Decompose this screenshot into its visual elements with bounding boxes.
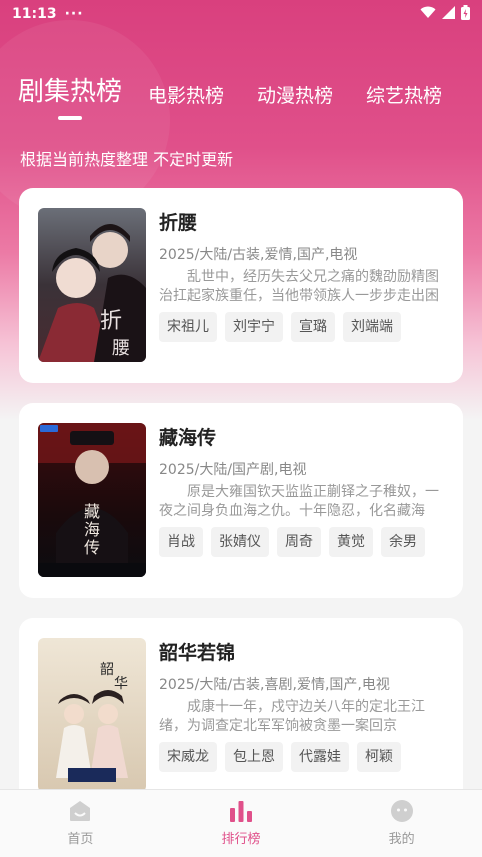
actor-list: 宋祖儿 刘宇宁 宣璐 刘端端 xyxy=(159,312,449,342)
actor-tag[interactable]: 周奇 xyxy=(277,527,321,557)
show-description: 乱世中，经历失去父兄之痛的魏劭励精图治扛起家族重任，当他带领族人一步步走出困境 xyxy=(159,269,439,304)
show-poster[interactable]: 韶 华 xyxy=(38,638,146,792)
nav-ranking[interactable]: 排行榜 xyxy=(161,790,322,857)
actor-tag[interactable]: 刘端端 xyxy=(343,312,401,342)
show-card[interactable]: 韶 华 韶华若锦 2025/大陆/古装,喜剧,爱情,国产,电视 成康十一年，戍守… xyxy=(19,618,463,813)
actor-tag[interactable]: 张婧仪 xyxy=(211,527,269,557)
page-subtitle: 根据当前热度整理 不定时更新 xyxy=(20,150,234,169)
show-title: 韶华若锦 xyxy=(159,642,236,664)
status-bar: 11:13 ··· xyxy=(0,0,482,28)
status-time: 11:13 xyxy=(12,6,57,22)
signal-icon xyxy=(442,5,455,23)
actor-tag[interactable]: 刘宇宁 xyxy=(225,312,283,342)
show-description: 原是大雍国钦天监监正蒯铎之子稚奴，一夜之间身负血海之仇。十年隐忍，化名藏海 xyxy=(159,484,439,519)
nav-label: 排行榜 xyxy=(221,832,261,847)
tab-label: 综艺热榜 xyxy=(366,85,443,107)
show-poster[interactable]: 藏 海 传 xyxy=(38,423,146,577)
tab-variety[interactable]: 综艺热榜 xyxy=(366,81,442,122)
svg-text:腰: 腰 xyxy=(112,338,130,359)
nav-profile[interactable]: 我的 xyxy=(321,790,482,857)
show-title: 藏海传 xyxy=(159,427,217,449)
home-icon xyxy=(70,801,91,821)
category-tabs: 剧集热榜 电影热榜 动漫热榜 综艺热榜 xyxy=(0,62,482,122)
show-title: 折腰 xyxy=(159,212,198,234)
tab-label: 电影热榜 xyxy=(148,85,225,107)
nav-label: 首页 xyxy=(67,832,94,847)
svg-text:韶: 韶 xyxy=(100,662,114,678)
actor-tag[interactable]: 余男 xyxy=(381,527,425,557)
actor-tag[interactable]: 代露娃 xyxy=(291,742,349,772)
svg-text:海: 海 xyxy=(84,520,100,539)
actor-list: 肖战 张婧仪 周奇 黄觉 余男 xyxy=(159,527,449,557)
show-description: 成康十一年，戍守边关八年的定北王江绪，为调查定北军军饷被贪墨一案回京 xyxy=(159,699,425,734)
svg-text:传: 传 xyxy=(84,538,100,557)
actor-list: 宋威龙 包上恩 代露娃 柯颖 xyxy=(159,742,449,772)
actor-tag[interactable]: 宋威龙 xyxy=(159,742,217,772)
actor-tag[interactable]: 黄觉 xyxy=(329,527,373,557)
profile-icon xyxy=(390,800,413,822)
tab-tv-series[interactable]: 剧集热榜 xyxy=(18,71,122,122)
tab-movies[interactable]: 电影热榜 xyxy=(148,81,224,122)
bottom-navigation: 首页 排行榜 我的 xyxy=(0,789,482,857)
nav-home[interactable]: 首页 xyxy=(0,790,161,857)
show-poster[interactable]: 折 腰 xyxy=(38,208,146,362)
show-card[interactable]: 藏 海 传 藏海传 2025/大陆/国产剧,电视 原是大雍国钦天监监正蒯铎之子稚… xyxy=(19,403,463,598)
battery-icon xyxy=(461,4,470,24)
svg-text:藏: 藏 xyxy=(84,502,100,521)
show-meta: 2025/大陆/古装,爱情,国产,电视 xyxy=(159,247,358,263)
active-tab-indicator xyxy=(58,116,82,120)
actor-tag[interactable]: 宋祖儿 xyxy=(159,312,217,342)
actor-tag[interactable]: 包上恩 xyxy=(225,742,283,772)
actor-tag[interactable]: 宣璐 xyxy=(291,312,335,342)
show-meta: 2025/大陆/古装,喜剧,爱情,国产,电视 xyxy=(159,677,390,693)
nav-label: 我的 xyxy=(388,832,415,847)
actor-tag[interactable]: 肖战 xyxy=(159,527,203,557)
status-more-icon: ··· xyxy=(64,6,84,22)
show-card[interactable]: 折 腰 折腰 2025/大陆/古装,爱情,国产,电视 乱世中，经历失去父兄之痛的… xyxy=(19,188,463,383)
actor-tag[interactable]: 柯颖 xyxy=(357,742,401,772)
svg-text:华: 华 xyxy=(114,676,128,692)
ranking-icon xyxy=(230,801,252,822)
svg-text:折: 折 xyxy=(100,309,122,334)
tab-label: 动漫热榜 xyxy=(257,85,334,107)
tab-label: 剧集热榜 xyxy=(18,77,123,107)
wifi-icon xyxy=(420,6,436,23)
show-meta: 2025/大陆/国产剧,电视 xyxy=(159,462,307,478)
tab-anime[interactable]: 动漫热榜 xyxy=(257,81,333,122)
